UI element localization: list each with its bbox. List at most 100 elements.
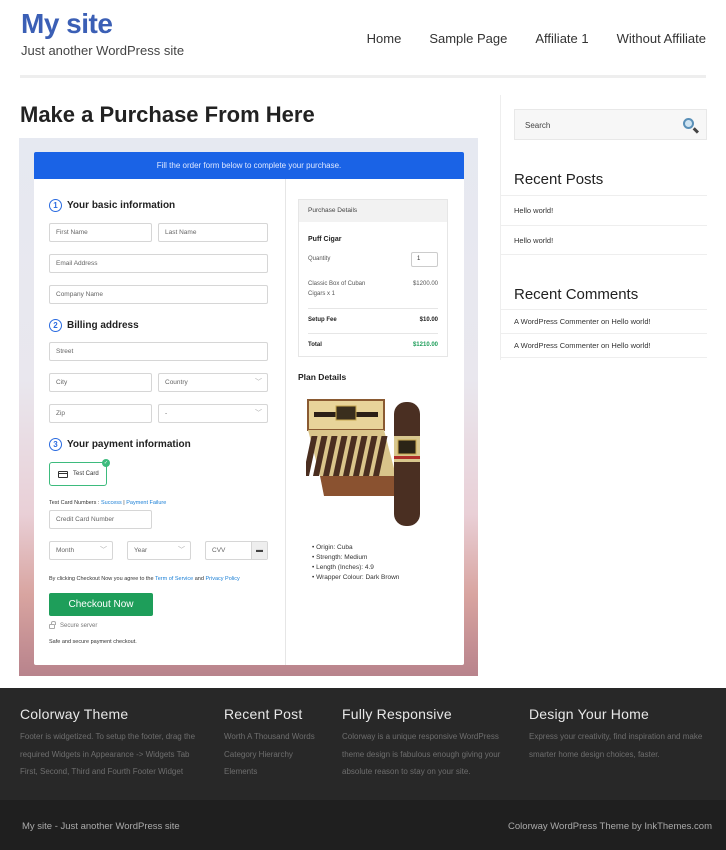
state-select[interactable]: - ﹀ bbox=[158, 404, 268, 423]
total-price: $1210.00 bbox=[412, 342, 438, 348]
footer-col-title: Colorway Theme bbox=[20, 706, 129, 722]
footer-line: Express your creativity, find inspiratio… bbox=[529, 732, 703, 741]
section-title: Your payment information bbox=[67, 439, 191, 450]
checkout-now-button[interactable]: Checkout Now bbox=[49, 593, 153, 616]
checkout-background: Fill the order form below to complete yo… bbox=[19, 138, 478, 676]
footer-line: Colorway is a unique responsive WordPres… bbox=[342, 732, 499, 741]
footer-line: smarter home design choices, faster. bbox=[529, 749, 660, 759]
footer-col-recent-post: Recent Post Worth A Thousand Words Categ… bbox=[224, 706, 315, 781]
quantity-input[interactable]: 1 bbox=[411, 252, 438, 267]
column-divider bbox=[285, 179, 286, 665]
setup-fee-row: Setup Fee $10.00 bbox=[308, 317, 438, 323]
footer-line: theme design is fabulous enough giving y… bbox=[342, 749, 501, 759]
secure-server: Secure server bbox=[49, 620, 97, 629]
footer-col-title: Recent Post bbox=[224, 706, 303, 722]
test-card-label: Test Card Numbers : bbox=[49, 500, 100, 506]
chevron-down-icon: ﹀ bbox=[255, 379, 262, 386]
city-input[interactable]: City bbox=[49, 373, 152, 392]
state-value: - bbox=[165, 410, 168, 417]
footer-post-link[interactable]: Category Hierarchy bbox=[224, 746, 315, 764]
checkout-form: Fill the order form below to complete yo… bbox=[34, 152, 464, 665]
divider bbox=[308, 308, 438, 309]
recent-post-link[interactable]: Hello world! bbox=[501, 225, 707, 255]
recent-post-link[interactable]: Hello world! bbox=[501, 195, 707, 225]
purchase-details: Purchase Details Puff Cigar Quantity 1 C… bbox=[298, 199, 448, 357]
footer-line: First, Second, Third and Fourth Footer W… bbox=[20, 767, 184, 776]
page-title: Make a Purchase From Here bbox=[20, 102, 315, 127]
plan-feature: Length (Inches): 4.9 bbox=[312, 563, 399, 573]
footer-widgets: Colorway Theme Footer is widgetized. To … bbox=[0, 688, 726, 800]
agree-and: and bbox=[194, 576, 204, 582]
zip-input[interactable]: Zip bbox=[49, 404, 152, 423]
nav-home[interactable]: Home bbox=[367, 31, 402, 46]
separator: | bbox=[123, 500, 125, 506]
site-title[interactable]: My site bbox=[21, 8, 113, 40]
footer-bottom-bar: My site - Just another WordPress site Co… bbox=[0, 800, 726, 850]
first-name-input[interactable]: First Name bbox=[49, 223, 152, 242]
payment-method-test-card[interactable]: Test Card ✓ bbox=[49, 459, 110, 486]
test-failure-link[interactable]: Payment Failure bbox=[126, 500, 166, 506]
section-payment: 3 Your payment information bbox=[49, 438, 191, 451]
section-title: Billing address bbox=[67, 320, 139, 331]
test-card-numbers: Test Card Numbers : Success | Payment Fa… bbox=[49, 500, 166, 506]
footer-col-design: Design Your Home Express your creativity… bbox=[529, 706, 702, 763]
footer-line: Footer is widgetized. To setup the foote… bbox=[20, 732, 196, 741]
agree-prefix: By clicking Checkout Now you agree to th… bbox=[49, 576, 154, 582]
year-select[interactable]: Year ﹀ bbox=[127, 541, 191, 560]
sidebar: Search Recent Posts Hello world! Hello w… bbox=[500, 95, 707, 360]
header-divider bbox=[20, 75, 706, 78]
footer-post-link[interactable]: Elements bbox=[224, 763, 315, 781]
step-number-icon: 1 bbox=[49, 199, 62, 212]
step-number-icon: 2 bbox=[49, 319, 62, 332]
footer-col-title: Design Your Home bbox=[529, 706, 649, 722]
footer-line: absolute reason to stay on your site. bbox=[342, 767, 471, 776]
payment-method-label: Test Card bbox=[73, 471, 99, 477]
plan-feature: Strength: Medium bbox=[312, 553, 399, 563]
year-value: Year bbox=[134, 547, 148, 554]
street-input[interactable]: Street bbox=[49, 342, 268, 361]
setup-fee-label: Setup Fee bbox=[308, 317, 337, 323]
cigar-product-image bbox=[306, 399, 420, 526]
chevron-down-icon: ﹀ bbox=[100, 547, 107, 554]
plan-details-title: Plan Details bbox=[298, 372, 347, 382]
line-item-qty: Cigars x 1 bbox=[308, 291, 336, 297]
month-select[interactable]: Month ﹀ bbox=[49, 541, 113, 560]
chevron-down-icon: ﹀ bbox=[255, 410, 262, 417]
footer-col-responsive: Fully Responsive Colorway is a unique re… bbox=[342, 706, 500, 781]
cvv-input[interactable]: CVV ▬ bbox=[205, 541, 268, 560]
country-select[interactable]: Country ﹀ bbox=[158, 373, 268, 392]
company-input[interactable]: Company Name bbox=[49, 285, 268, 304]
nav-sample-page[interactable]: Sample Page bbox=[429, 31, 507, 46]
cvv-value: CVV bbox=[212, 547, 226, 554]
last-name-input[interactable]: Last Name bbox=[158, 223, 268, 242]
check-icon: ✓ bbox=[102, 459, 110, 467]
theme-credit[interactable]: Colorway WordPress Theme by InkThemes.co… bbox=[508, 821, 712, 832]
recent-comment-link[interactable]: A WordPress Commenter on Hello world! bbox=[501, 309, 707, 333]
line-item-price: $1200.00 bbox=[412, 281, 438, 287]
search-icon[interactable] bbox=[683, 118, 694, 129]
search-input[interactable]: Search bbox=[514, 109, 707, 140]
site-tagline: Just another WordPress site bbox=[21, 43, 185, 58]
nav-affiliate-1[interactable]: Affiliate 1 bbox=[535, 31, 588, 46]
lock-icon bbox=[49, 620, 56, 629]
card-number-input[interactable]: Credit Card Number bbox=[49, 510, 152, 529]
recent-comment-link[interactable]: A WordPress Commenter on Hello world! bbox=[501, 333, 707, 358]
month-value: Month bbox=[56, 547, 75, 554]
recent-comments-title: Recent Comments bbox=[514, 286, 639, 303]
divider bbox=[308, 333, 438, 334]
search-placeholder: Search bbox=[525, 121, 551, 130]
footer-post-link[interactable]: Worth A Thousand Words bbox=[224, 728, 315, 746]
test-success-link[interactable]: Success bbox=[101, 500, 122, 506]
product-name: Puff Cigar bbox=[308, 236, 342, 243]
form-banner: Fill the order form below to complete yo… bbox=[34, 152, 464, 179]
section-basic-info: 1 Your basic information bbox=[49, 199, 175, 212]
privacy-link[interactable]: Privacy Policy bbox=[205, 576, 239, 582]
country-value: Country bbox=[165, 379, 188, 386]
email-input[interactable]: Email Address bbox=[49, 254, 268, 273]
nav-without-affiliate[interactable]: Without Affiliate bbox=[617, 31, 706, 46]
chevron-down-icon: ﹀ bbox=[178, 547, 185, 554]
setup-fee-price: $10.00 bbox=[419, 317, 438, 323]
recent-posts-title: Recent Posts bbox=[514, 171, 604, 188]
line-item: Classic Box of Cuban Cigars x 1 $1200.00 bbox=[308, 279, 438, 299]
terms-link[interactable]: Term of Service bbox=[155, 576, 193, 582]
